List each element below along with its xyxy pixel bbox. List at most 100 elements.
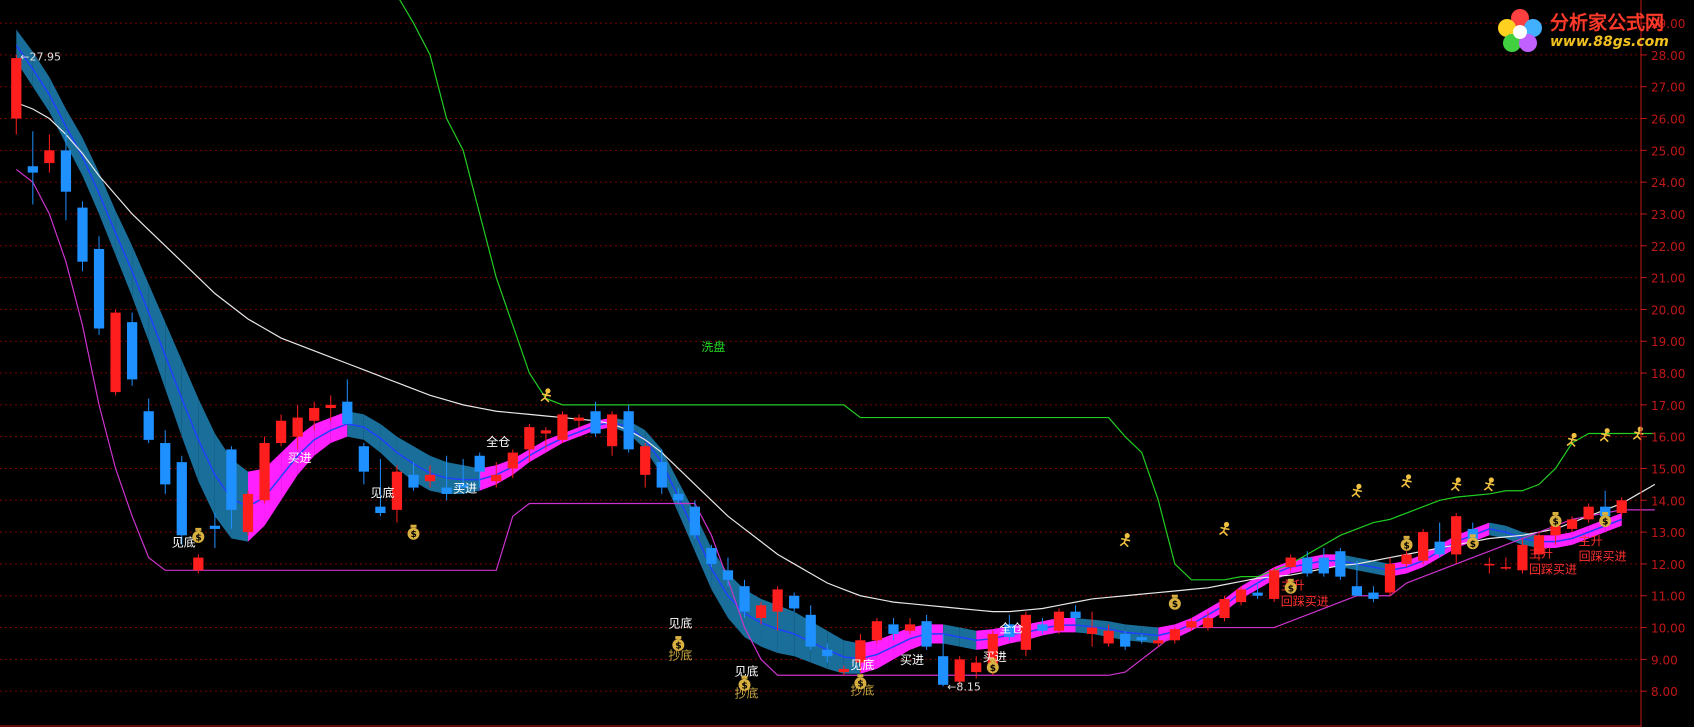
tick-label: 8.00 [1651,685,1678,699]
candle-down [888,624,899,634]
signal-label: 回踩买进 [1579,550,1627,564]
tick-label: 13.00 [1651,526,1685,540]
tick-label: 15.00 [1651,462,1685,476]
candle-up [1517,544,1528,571]
candle-down [474,455,485,472]
svg-text:$: $ [1470,540,1476,550]
candle-down [921,621,932,647]
svg-text:$: $ [1602,517,1608,527]
candle-down [722,570,734,580]
runner-icon [1219,521,1230,537]
svg-text:$: $ [195,533,201,543]
tick-label: 10.00 [1651,622,1685,636]
signal-label: 买进 [453,481,477,495]
tick-label: 20.00 [1651,303,1685,317]
candle-up [1169,629,1180,641]
candle-up [606,414,618,447]
candle-down [590,411,601,434]
moneybag-icon: $ [407,524,420,540]
tick-label: 16.00 [1651,431,1685,445]
candle-down [789,595,800,609]
candle-down [27,166,38,173]
trend-band [16,29,1622,674]
runner-icon [1599,428,1611,443]
candle-down [77,207,88,262]
signal-label: 买进 [288,451,312,465]
tick-label: 9.00 [1651,653,1678,667]
candle-up [1401,554,1412,564]
candle-down [623,411,634,450]
candle-down [1136,637,1147,641]
tick-label: 17.00 [1651,399,1685,413]
candle-up [954,659,965,682]
runner-icon [1450,477,1462,492]
candle-up [1202,618,1214,628]
svg-text:$: $ [990,664,996,674]
candle-down [1302,557,1313,574]
svg-text:$: $ [857,680,863,690]
tick-label: 18.00 [1651,367,1685,381]
moneybag-icon: $ [1549,511,1562,527]
candle-down [706,548,717,564]
signal-label: 主升 [1579,534,1603,548]
signal-label: 全仓 [486,434,510,449]
tick-label: 23.00 [1651,208,1685,222]
candle-up [772,589,783,612]
signal-label: 见底 [172,534,196,549]
candle-up [325,404,336,409]
moneybag-icon: $ [854,674,867,690]
candle-up [242,493,254,533]
candle-down [127,322,138,380]
tick-label: 26.00 [1651,113,1685,127]
candle-down [209,525,221,529]
candle-up [309,408,320,421]
tick-label: 24.00 [1651,176,1685,190]
candle-up [524,427,535,450]
tick-label: 19.00 [1651,335,1685,349]
candle-up [1384,563,1396,593]
runner-icon [1483,477,1495,492]
candle-up [640,446,651,475]
candle-down [143,411,154,440]
tick-label: 25.00 [1651,144,1685,158]
tick-label: 21.00 [1651,272,1685,286]
candle-down [1037,624,1048,631]
runner-icon [1401,474,1412,489]
flower-logo-icon [1498,9,1542,52]
tick-label: 11.00 [1651,590,1685,604]
candle-up [1451,516,1462,555]
svg-text:$: $ [1172,600,1178,610]
band-segment [281,436,298,501]
candle-up [507,452,518,469]
candle-up [1086,627,1098,634]
runner-icon [1351,483,1363,498]
candle-up [1583,506,1594,520]
candle-down [176,462,187,536]
signal-label: 回踩买进 [1281,594,1329,608]
candle-down [805,614,816,647]
signal-label: 回踩买进 [1529,562,1577,576]
logo-title: 分析家公式网 [1550,12,1665,34]
site-logo: 分析家公式网 www.88gs.com [1492,4,1692,56]
candle-down [441,487,452,494]
slow-ma-line [16,102,1656,613]
signal-label: 见底 [370,485,394,500]
runner-icon [1566,432,1578,448]
high-price-label: ←27.95 [20,50,61,63]
signal-label: 买进 [900,653,924,667]
candle-up [1153,640,1164,644]
candle-down [739,586,750,612]
price-axis: 29.0028.0027.0026.0025.0024.0023.0022.00… [0,0,1685,727]
candle-up [110,312,121,393]
signal-annotations: ←27.95←8.15洗盘见底买进见底 买进全仓见底抄底见底抄底见底抄底买进 买进全… [20,50,1644,701]
candle-down [689,506,700,536]
band-segment [165,322,182,437]
candle-down [1120,633,1131,647]
candle-down [60,150,72,192]
candle-up [1103,630,1114,644]
candle-up [1219,598,1230,619]
candlestick-chart: ←27.95←8.15洗盘见底买进见底 买进全仓见底抄底见底抄底见底抄底买进 买进全… [0,0,1685,727]
candle-down [375,506,386,514]
candle-up [1269,570,1280,599]
candle-down [1252,592,1263,596]
